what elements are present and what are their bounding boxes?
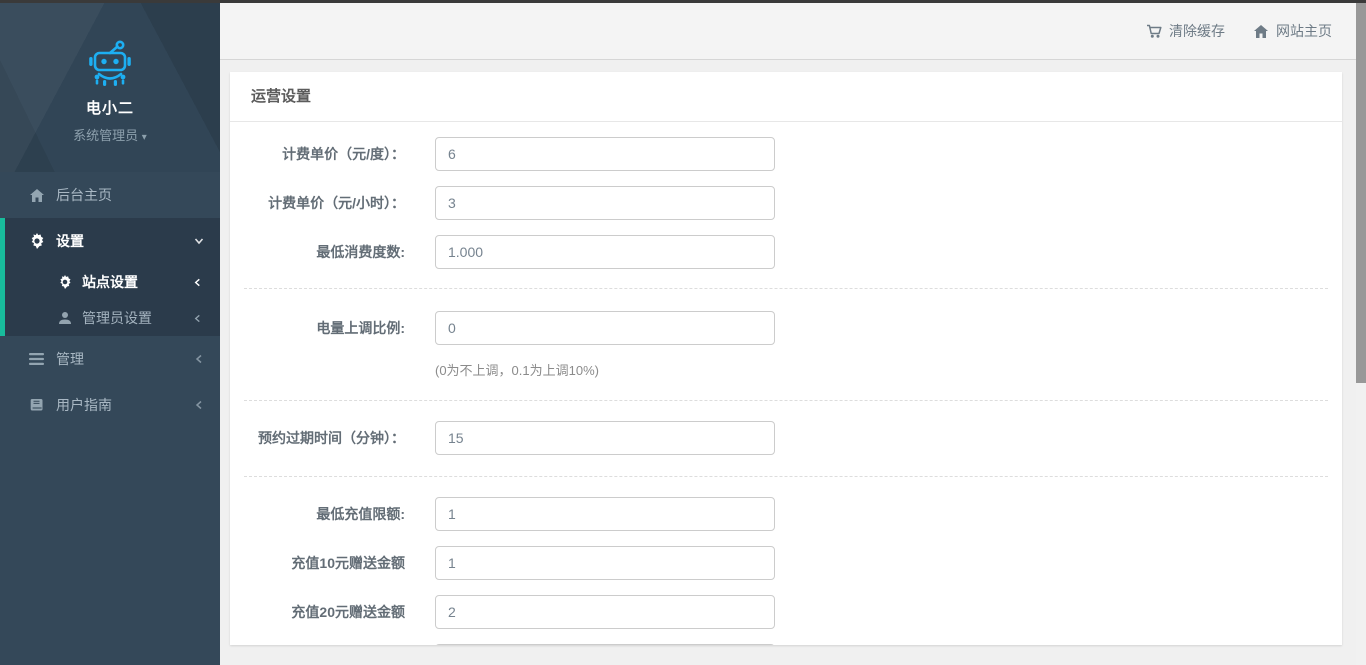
form-row: 充值10元赠送金额 (230, 546, 1342, 580)
bonus-20-input[interactable] (435, 595, 775, 629)
chevron-left-icon (193, 278, 202, 287)
field-label: 最低消费度数: (230, 242, 405, 262)
user-role-label: 系统管理员 (73, 128, 138, 143)
form-row: 充值50元赠送金额 (230, 644, 1342, 645)
brand-name: 电小二 (0, 97, 220, 118)
topbar: 清除缓存 网站主页 (220, 3, 1366, 60)
vertical-scrollbar (1356, 0, 1366, 665)
form-row: 预约过期时间（分钟）： (230, 421, 1342, 455)
field-label: 最低充值限额: (230, 504, 405, 524)
form-row: 充值20元赠送金额 (230, 595, 1342, 629)
field-label: 电量上调比例: (230, 318, 405, 338)
min-consumption-input[interactable] (435, 235, 775, 269)
gear-icon (28, 233, 45, 250)
field-label: 充值10元赠送金额 (230, 553, 405, 573)
sidebar-item-site-settings[interactable]: 站点设置 (5, 264, 220, 300)
robot-icon (84, 39, 136, 89)
form-row: 最低消费度数: (230, 235, 1342, 269)
sidebar-menu: 后台主页 设置 站点设置 管理员设置 (0, 172, 220, 428)
field-label: 计费单价（元/小时）： (230, 193, 405, 213)
gear-icon (57, 275, 72, 290)
form-row: 计费单价（元/度）： (230, 137, 1342, 171)
form-group-pricing: 计费单价（元/度）： 计费单价（元/小时）： 最低消费度数: (230, 122, 1342, 288)
clear-cache-label: 清除缓存 (1169, 21, 1225, 41)
sidebar-item-user-guide[interactable]: 用户指南 (0, 382, 220, 428)
website-home-button[interactable]: 网站主页 (1253, 21, 1332, 41)
sidebar-active-section: 设置 站点设置 管理员设置 (0, 218, 220, 336)
chevron-down-icon (194, 236, 204, 246)
form-group-adjust: 电量上调比例: (0为不上调，0.1为上调10%) (230, 289, 1342, 400)
settings-card: 运营设置 计费单价（元/度）： 计费单价（元/小时）： 最低消费度数: 电量上调… (230, 72, 1342, 645)
user-role-dropdown[interactable]: 系统管理员 ▾ (0, 125, 220, 144)
bonus-50-input[interactable] (435, 644, 775, 645)
sidebar-item-admin-settings[interactable]: 管理员设置 (5, 300, 220, 336)
sidebar-item-backend-home[interactable]: 后台主页 (0, 172, 220, 218)
field-label: 预约过期时间（分钟）： (230, 428, 405, 448)
sidebar-item-label: 站点设置 (82, 272, 193, 292)
sidebar-item-label: 管理员设置 (82, 308, 193, 328)
sidebar-item-label: 设置 (56, 231, 194, 251)
home-icon (1253, 23, 1269, 39)
sidebar-header: 电小二 系统管理员 ▾ (0, 0, 220, 172)
form-row: 计费单价（元/小时）： (230, 186, 1342, 220)
form-row: 最低充值限额: (230, 497, 1342, 531)
sidebar-item-label: 后台主页 (56, 185, 204, 205)
app-logo (0, 39, 220, 89)
sidebar-item-label: 用户指南 (56, 395, 194, 415)
chevron-left-icon (193, 314, 202, 323)
chevron-left-icon (194, 354, 204, 364)
main-content: 运营设置 计费单价（元/度）： 计费单价（元/小时）： 最低消费度数: 电量上调… (220, 60, 1366, 665)
bars-icon (28, 351, 45, 368)
sidebar-item-settings[interactable]: 设置 (5, 218, 220, 264)
page-top-line (0, 0, 1366, 3)
unit-price-per-hour-input[interactable] (435, 186, 775, 220)
field-hint: (0为不上调，0.1为上调10%) (435, 360, 1342, 379)
sidebar-item-manage[interactable]: 管理 (0, 336, 220, 382)
cart-icon (1146, 23, 1162, 39)
form-group-recharge: 最低充值限额: 充值10元赠送金额 充值20元赠送金额 充值50元赠送金额 (230, 477, 1342, 645)
form-group-reservation: 预约过期时间（分钟）： (230, 401, 1342, 476)
sidebar: 电小二 系统管理员 ▾ 后台主页 设置 站点设置 (0, 0, 220, 665)
home-icon (28, 187, 45, 204)
min-recharge-input[interactable] (435, 497, 775, 531)
card-title: 运营设置 (230, 72, 1342, 122)
book-icon (28, 397, 45, 414)
form-row: 电量上调比例: (230, 311, 1342, 345)
field-label: 计费单价（元/度）： (230, 144, 405, 164)
sidebar-item-label: 管理 (56, 349, 194, 369)
unit-price-per-kwh-input[interactable] (435, 137, 775, 171)
bonus-10-input[interactable] (435, 546, 775, 580)
user-icon (57, 311, 72, 326)
field-label: 充值20元赠送金额 (230, 602, 405, 622)
clear-cache-button[interactable]: 清除缓存 (1146, 21, 1225, 41)
chevron-left-icon (194, 400, 204, 410)
caret-down-icon: ▾ (142, 132, 147, 143)
website-home-label: 网站主页 (1276, 21, 1332, 41)
reservation-expire-input[interactable] (435, 421, 775, 455)
scrollbar-thumb[interactable] (1356, 3, 1366, 383)
power-adjust-ratio-input[interactable] (435, 311, 775, 345)
